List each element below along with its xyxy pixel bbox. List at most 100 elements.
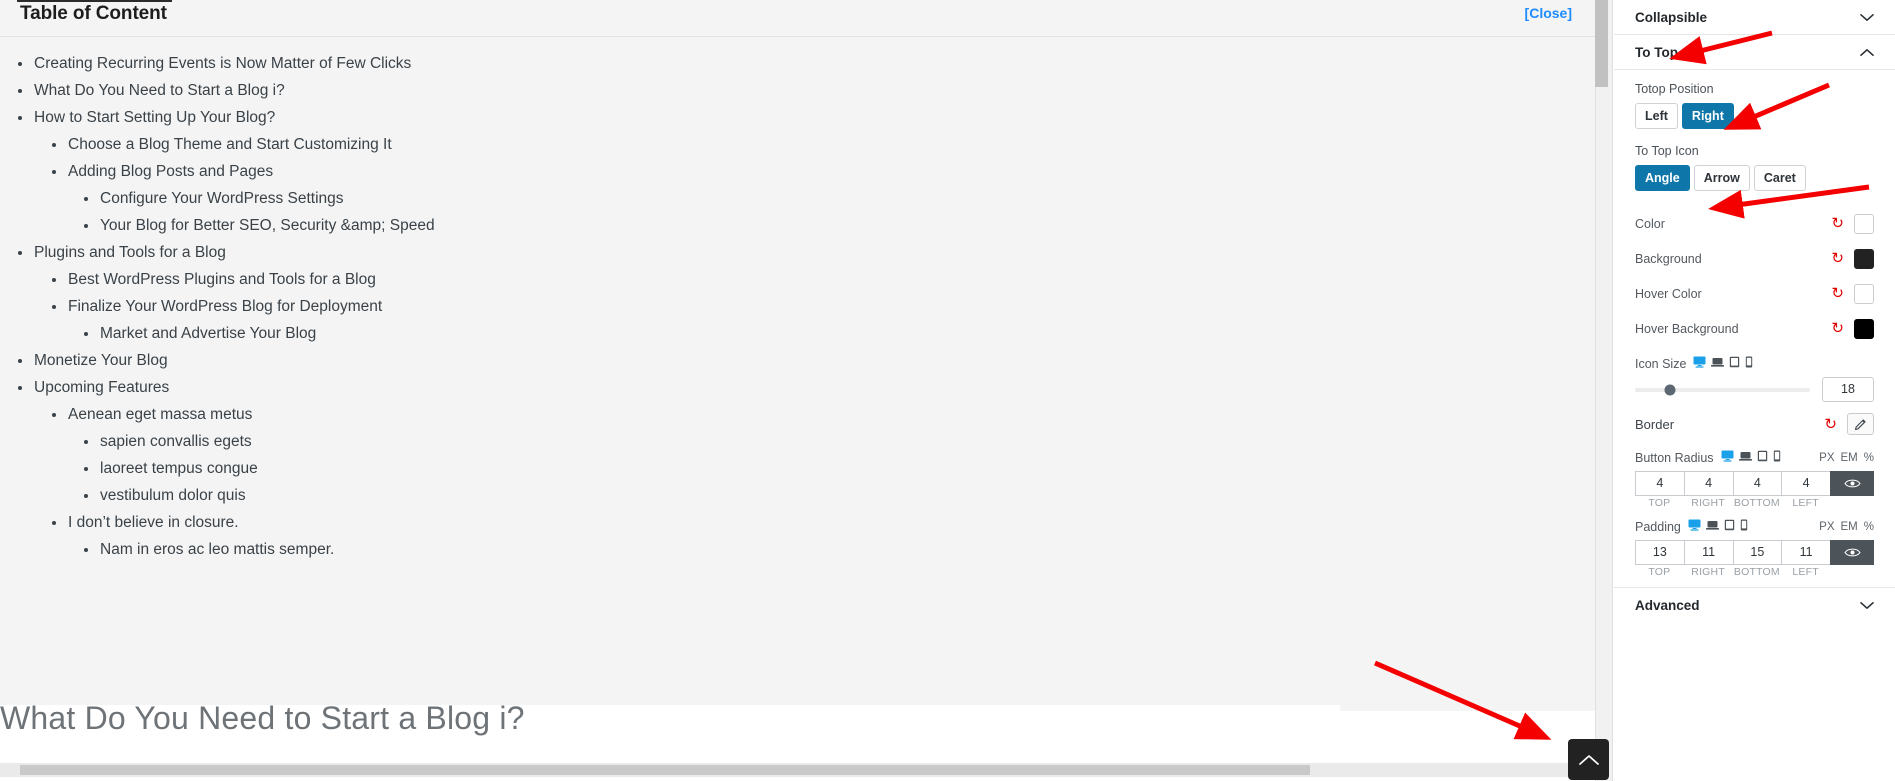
laptop-icon[interactable] xyxy=(1711,356,1725,371)
toc-item-label: Best WordPress Plugins and Tools for a B… xyxy=(68,271,376,288)
color-label: Color xyxy=(1635,216,1665,231)
toc-item-level-1[interactable]: How to Start Setting Up Your Blog? xyxy=(18,110,275,126)
to-top-icon-arrow-button[interactable]: Arrow xyxy=(1693,165,1750,192)
bullet-icon xyxy=(84,331,88,336)
totop-position-left-button[interactable]: Left xyxy=(1635,103,1678,130)
section-to-top[interactable]: To Top xyxy=(1614,35,1895,70)
sidebar-scrollbar-thumb[interactable] xyxy=(1595,0,1608,87)
pencil-icon[interactable] xyxy=(1847,413,1874,436)
toc-item-level-2[interactable]: Choose a Blog Theme and Start Customizin… xyxy=(52,137,392,153)
toc-item-level-2[interactable]: Adding Blog Posts and Pages xyxy=(52,164,273,180)
tablet-icon[interactable] xyxy=(1757,450,1768,465)
eye-icon[interactable] xyxy=(1830,471,1874,497)
background-label: Background xyxy=(1635,251,1702,266)
hover-color-swatch[interactable] xyxy=(1854,283,1874,304)
toc-item-label: Market and Advertise Your Blog xyxy=(100,325,317,342)
button-radius-label: Button Radius xyxy=(1635,450,1714,465)
bullet-icon xyxy=(52,304,56,309)
hover-background-swatch[interactable] xyxy=(1854,318,1874,339)
totop-position-right-button[interactable]: Right xyxy=(1681,103,1734,130)
to-top-icon-angle-button[interactable]: Angle xyxy=(1635,165,1690,192)
button-radius-left-input[interactable]: 4 xyxy=(1781,471,1830,497)
toc-item-label: Upcoming Features xyxy=(34,379,170,396)
mobile-icon[interactable] xyxy=(1745,356,1753,371)
padding-bottom-input[interactable]: 15 xyxy=(1732,540,1782,566)
angle-up-icon xyxy=(1578,753,1600,767)
toc-item-level-1[interactable]: Monetize Your Blog xyxy=(18,353,168,369)
desktop-icon[interactable] xyxy=(1693,356,1706,371)
button-radius-inputs: 4 4 4 4 xyxy=(1635,471,1874,497)
screen-root: Table of Content [Close] Creating Recurr… xyxy=(0,0,1895,781)
icon-size-input[interactable]: 18 xyxy=(1822,377,1874,403)
toc-item-level-3[interactable]: Configure Your WordPress Settings xyxy=(84,191,344,207)
toc-item-level-3[interactable]: Nam in eros ac leo mattis semper. xyxy=(84,542,334,558)
toc-item-level-3[interactable]: Market and Advertise Your Blog xyxy=(84,325,317,342)
toc-item-level-2[interactable]: Finalize Your WordPress Blog for Deploym… xyxy=(52,299,382,315)
laptop-icon[interactable] xyxy=(1705,519,1719,534)
unit-percent[interactable]: % xyxy=(1864,452,1874,464)
toc-item-level-2[interactable]: Best WordPress Plugins and Tools for a B… xyxy=(52,271,376,288)
button-radius-top-input[interactable]: 4 xyxy=(1635,471,1684,497)
desktop-icon[interactable] xyxy=(1688,519,1701,534)
to-top-button[interactable] xyxy=(1568,739,1609,780)
button-radius-right-input[interactable]: 4 xyxy=(1683,471,1733,497)
toc-body: Creating Recurring Events is Now Matter … xyxy=(0,38,1600,711)
desktop-icon[interactable] xyxy=(1721,450,1734,465)
hover-background-label: Hover Background xyxy=(1635,321,1739,336)
toc-item-level-2[interactable]: Aenean eget massa metus xyxy=(52,407,252,423)
icon-size-slider-knob[interactable] xyxy=(1664,384,1676,396)
toc-item-level-3[interactable]: Your Blog for Better SEO, Security &amp;… xyxy=(84,218,435,234)
unit-px[interactable]: PX xyxy=(1819,521,1834,533)
toc-item-level-1[interactable]: Plugins and Tools for a Blog xyxy=(18,245,226,261)
toc-item-level-1[interactable]: What Do You Need to Start a Blog i? xyxy=(18,83,285,99)
unit-em[interactable]: EM xyxy=(1841,521,1858,533)
toc-item-level-3[interactable]: vestibulum dolor quis xyxy=(84,488,246,504)
eye-icon[interactable] xyxy=(1830,540,1874,566)
bullet-icon xyxy=(18,385,22,390)
laptop-icon[interactable] xyxy=(1738,450,1752,465)
toc-item-level-1[interactable]: Creating Recurring Events is Now Matter … xyxy=(18,56,411,72)
chevron-down-icon[interactable] xyxy=(1860,601,1874,610)
toc-item-level-1[interactable]: Upcoming Features xyxy=(18,379,170,396)
horizontal-scrollbar-thumb[interactable] xyxy=(20,765,1310,775)
mobile-icon[interactable] xyxy=(1740,519,1748,534)
reset-icon[interactable]: ↻ xyxy=(1831,286,1844,301)
color-row: Color ↻ xyxy=(1635,206,1874,241)
section-collapsible[interactable]: Collapsible xyxy=(1614,0,1895,35)
button-radius-device-switcher xyxy=(1721,450,1781,465)
padding-label: Padding xyxy=(1635,519,1681,534)
chevron-down-icon[interactable] xyxy=(1860,13,1874,22)
background-swatch[interactable] xyxy=(1854,248,1874,269)
section-advanced[interactable]: Advanced xyxy=(1614,588,1895,623)
reset-icon[interactable]: ↻ xyxy=(1831,321,1844,336)
button-radius-bottom-input[interactable]: 4 xyxy=(1732,471,1782,497)
unit-em[interactable]: EM xyxy=(1841,452,1858,464)
reset-icon[interactable]: ↻ xyxy=(1824,417,1837,432)
padding-left-input[interactable]: 11 xyxy=(1781,540,1830,566)
reset-icon[interactable]: ↻ xyxy=(1831,216,1844,231)
toc-item-level-3[interactable]: sapien convallis egets xyxy=(84,434,252,450)
settings-sidebar: Collapsible To Top Totop Position Left R… xyxy=(1614,0,1895,781)
padding-inputs: 13 11 15 11 xyxy=(1635,540,1874,566)
toc-item-level-2[interactable]: I don’t believe in closure. xyxy=(52,515,239,531)
color-swatch[interactable] xyxy=(1854,213,1874,234)
unit-percent[interactable]: % xyxy=(1864,521,1874,533)
close-button[interactable]: [Close] xyxy=(1525,5,1572,21)
button-radius-units: PX EM % xyxy=(1819,452,1874,464)
legend-left: LEFT xyxy=(1792,497,1819,510)
sidebar-scrollbar-track[interactable] xyxy=(1595,0,1613,781)
unit-px[interactable]: PX xyxy=(1819,452,1834,464)
tablet-icon[interactable] xyxy=(1729,356,1740,371)
bullet-icon xyxy=(52,277,56,282)
bullet-icon xyxy=(18,61,22,66)
mobile-icon[interactable] xyxy=(1773,450,1781,465)
tablet-icon[interactable] xyxy=(1724,519,1735,534)
chevron-up-icon[interactable] xyxy=(1860,48,1874,57)
reset-icon[interactable]: ↻ xyxy=(1831,251,1844,266)
to-top-icon-caret-button[interactable]: Caret xyxy=(1753,165,1806,192)
toc-item-level-3[interactable]: laoreet tempus congue xyxy=(84,461,258,477)
icon-size-slider[interactable] xyxy=(1635,384,1810,396)
to-top-icon-label: To Top Icon xyxy=(1635,144,1699,159)
padding-right-input[interactable]: 11 xyxy=(1683,540,1733,566)
padding-top-input[interactable]: 13 xyxy=(1635,540,1684,566)
